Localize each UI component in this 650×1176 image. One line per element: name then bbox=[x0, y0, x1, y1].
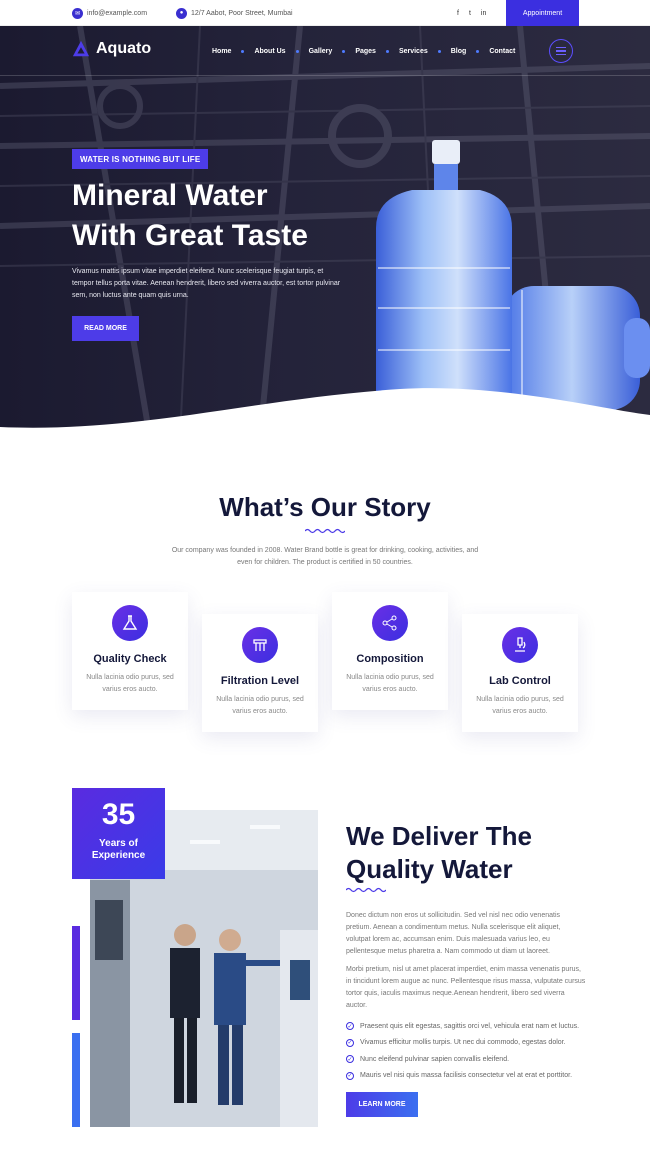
twitter-icon[interactable]: t bbox=[469, 10, 471, 17]
social-links: f t in bbox=[457, 0, 486, 26]
flask-icon bbox=[112, 605, 148, 641]
feature-card-composition[interactable]: Composition Nulla lacinia odio purus, se… bbox=[332, 592, 448, 710]
title-squiggle-icon bbox=[346, 887, 386, 893]
filter-icon bbox=[242, 627, 278, 663]
check-text: Nunc eleifend pulvinar sapien convallis … bbox=[360, 1055, 510, 1063]
address-contact: ● 12/7 Aabot, Poor Street, Mumbai bbox=[176, 0, 293, 26]
experience-label-line2: Experience bbox=[91, 850, 146, 861]
check-circle-icon: ✓ bbox=[346, 1055, 354, 1064]
hero-wave-divider bbox=[0, 388, 650, 438]
check-circle-icon: ✓ bbox=[346, 1038, 354, 1047]
top-bar: ✉ info@example.com ● 12/7 Aabot, Poor St… bbox=[0, 0, 650, 26]
menu-toggle-button[interactable] bbox=[549, 39, 573, 63]
check-item: ✓ Vivamus efficitur mollis turpis. Ut nec… bbox=[346, 1035, 606, 1052]
experience-label-line1: Years of bbox=[99, 838, 138, 849]
nav-gallery[interactable]: Gallery bbox=[286, 48, 333, 55]
email-text: info@example.com bbox=[87, 9, 148, 17]
feature-card-filtration[interactable]: Filtration Level Nulla lacinia odio puru… bbox=[202, 614, 318, 732]
deliver-title-line2: Quality Water bbox=[346, 854, 513, 884]
linkedin-icon[interactable]: in bbox=[481, 10, 486, 17]
address-text: 12/7 Aabot, Poor Street, Mumbai bbox=[191, 9, 293, 17]
molecule-icon bbox=[372, 605, 408, 641]
card-title: Composition bbox=[356, 653, 424, 665]
site-logo[interactable]: Aquato bbox=[72, 40, 151, 58]
card-description: Nulla lacinia odio purus, sed varius ero… bbox=[86, 674, 174, 693]
check-item: ✓ Mauris vel nisi quis massa facilisis co… bbox=[346, 1068, 606, 1085]
location-pin-icon: ● bbox=[176, 7, 187, 19]
nav-home[interactable]: Home bbox=[212, 48, 231, 55]
deliver-paragraph-1: Donec dictum non eros ut sollicitudin. S… bbox=[346, 912, 561, 955]
microscope-icon bbox=[502, 627, 538, 663]
check-text: Praesent quis elit egestas, sagittis orc… bbox=[360, 1022, 580, 1030]
deliver-paragraph-2: Morbi pretium, nisl ut amet placerat imp… bbox=[346, 966, 586, 1009]
hero-section: Aquato Home About Us Gallery Pages Servi… bbox=[0, 26, 650, 438]
feature-card-lab[interactable]: Lab Control Nulla lacinia odio purus, se… bbox=[462, 614, 578, 732]
check-item: ✓ Praesent quis elit egestas, sagittis or… bbox=[346, 1018, 606, 1035]
logo-icon bbox=[72, 40, 90, 57]
read-more-button[interactable]: READ MORE bbox=[72, 316, 139, 341]
hero-description: Vivamus mattis ipsum vitae imperdiet ele… bbox=[72, 268, 341, 299]
hero-title-line1: Mineral Water bbox=[72, 179, 268, 212]
nav-services[interactable]: Services bbox=[376, 48, 428, 55]
check-text: Vivamus efficitur mollis turpis. Ut nec … bbox=[360, 1039, 566, 1047]
check-circle-icon: ✓ bbox=[346, 1071, 354, 1080]
experience-label: Years of Experience bbox=[72, 838, 165, 862]
nav-blog[interactable]: Blog bbox=[428, 48, 467, 55]
appointment-button[interactable]: Appointment bbox=[506, 0, 579, 26]
hamburger-line bbox=[556, 53, 566, 56]
hero-tagline: WATER IS NOTHING BUT LIFE bbox=[72, 149, 209, 169]
logo-text: Aquato bbox=[96, 40, 152, 57]
learn-more-button[interactable]: LEARN MORE bbox=[346, 1092, 418, 1117]
facebook-icon[interactable]: f bbox=[457, 10, 459, 17]
main-nav: Aquato Home About Us Gallery Pages Servi… bbox=[0, 26, 650, 76]
experience-badge: 35 Years of Experience bbox=[72, 788, 165, 879]
story-description: Our company was founded in 2008. Water B… bbox=[171, 547, 479, 566]
title-squiggle-icon bbox=[305, 528, 345, 534]
check-item: ✓ Nunc eleifend pulvinar sapien convallis… bbox=[346, 1051, 606, 1068]
hamburger-icon bbox=[556, 46, 566, 49]
card-title: Quality Check bbox=[93, 653, 167, 665]
mail-icon: ✉ bbox=[72, 7, 83, 19]
feature-card-quality[interactable]: Quality Check Nulla lacinia odio purus, … bbox=[72, 592, 188, 710]
check-circle-icon: ✓ bbox=[346, 1022, 354, 1031]
card-description: Nulla lacinia odio purus, sed varius ero… bbox=[476, 696, 564, 715]
nav-pages[interactable]: Pages bbox=[332, 48, 376, 55]
experience-number: 35 bbox=[101, 798, 136, 831]
card-description: Nulla lacinia odio purus, sed varius ero… bbox=[216, 696, 304, 715]
nav-links: Home About Us Gallery Pages Services Blo… bbox=[212, 26, 515, 76]
hero-title-line2: With Great Taste bbox=[72, 219, 308, 252]
deliver-title-line1: We Deliver The bbox=[346, 821, 532, 851]
story-title: What’s Our Story bbox=[219, 492, 431, 522]
card-title: Filtration Level bbox=[220, 675, 300, 687]
nav-contact[interactable]: Contact bbox=[466, 48, 515, 55]
decor-bar bbox=[72, 1033, 80, 1127]
check-text: Mauris vel nisi quis massa facilisis con… bbox=[360, 1072, 573, 1080]
email-contact[interactable]: ✉ info@example.com bbox=[72, 0, 147, 26]
nav-about[interactable]: About Us bbox=[231, 48, 285, 55]
feature-checklist: ✓ Praesent quis elit egestas, sagittis or… bbox=[346, 1018, 606, 1084]
hero-title: Mineral Water With Great Taste bbox=[72, 176, 372, 256]
card-title: Lab Control bbox=[489, 675, 551, 687]
hamburger-line bbox=[556, 50, 566, 52]
decor-bar bbox=[72, 926, 80, 1020]
card-description: Nulla lacinia odio purus, sed varius ero… bbox=[346, 674, 434, 693]
deliver-title: We Deliver The Quality Water bbox=[346, 820, 606, 886]
